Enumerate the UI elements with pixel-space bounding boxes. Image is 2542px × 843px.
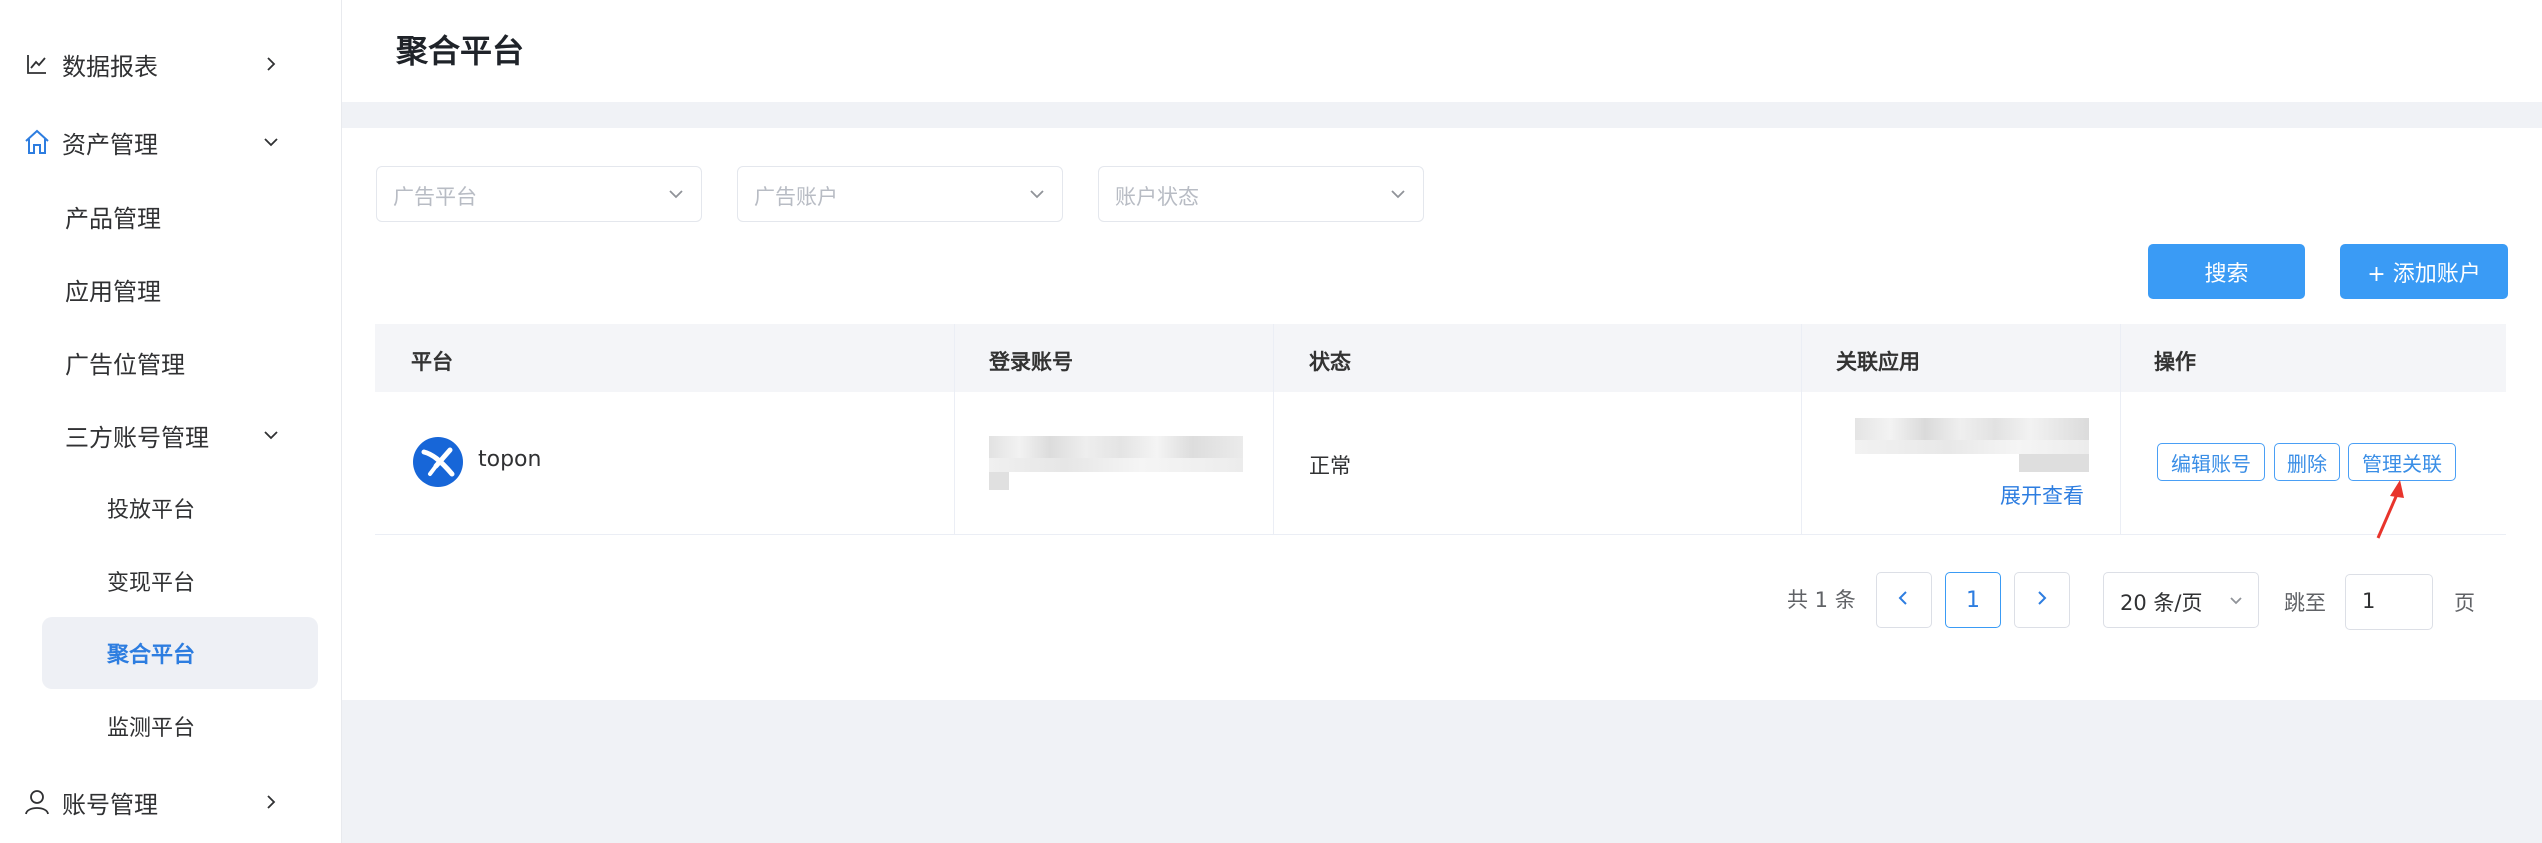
chevron-down-icon [258, 129, 284, 155]
column-header-platform: 平台 [411, 350, 453, 374]
sidebar-item-aggregation-platform[interactable]: 聚合平台 [0, 617, 341, 689]
sidebar-item-third-party-accounts[interactable]: 三方账号管理 [0, 399, 341, 471]
sidebar-item-label: 账号管理 [62, 790, 158, 819]
column-header-linked-apps: 关联应用 [1836, 350, 1920, 374]
sidebar-item-label: 产品管理 [65, 204, 161, 233]
login-account-redacted [989, 472, 1009, 490]
chevron-right-icon [258, 789, 284, 815]
user-icon [22, 787, 52, 817]
delete-button[interactable]: 删除 [2274, 443, 2340, 481]
home-icon [22, 127, 52, 157]
column-divider [954, 324, 955, 534]
total-count: 共 1 条 [1787, 588, 1856, 612]
chevron-down-icon [258, 422, 284, 448]
column-header-operations: 操作 [2154, 350, 2196, 374]
search-button[interactable]: 搜索 [2148, 244, 2305, 299]
sidebar-item-ad-slot-management[interactable]: 广告位管理 [0, 326, 341, 398]
sidebar-item-label: 聚合平台 [107, 643, 196, 668]
sidebar-item-label: 数据报表 [62, 52, 158, 81]
next-page-button[interactable] [2014, 572, 2070, 628]
chevron-left-icon [1895, 589, 1913, 611]
linked-apps-redacted [1855, 418, 2089, 440]
jump-page-value: 1 [2362, 589, 2376, 613]
platform-select[interactable]: 广告平台 [376, 166, 702, 222]
jump-to-label: 跳至 [2284, 591, 2326, 615]
status-select-placeholder: 账户状态 [1115, 185, 1199, 209]
line-chart-icon [22, 49, 52, 79]
platform-name: topon [478, 447, 542, 472]
jump-page-input[interactable]: 1 [2345, 574, 2433, 630]
account-select[interactable]: 广告账户 [737, 166, 1063, 222]
sidebar-item-label: 资产管理 [62, 130, 158, 159]
sidebar-item-label: 三方账号管理 [65, 423, 209, 452]
column-header-status: 状态 [1309, 350, 1351, 374]
chevron-down-icon [1026, 183, 1048, 205]
sidebar-item-label: 应用管理 [65, 277, 161, 306]
chevron-down-icon [665, 183, 687, 205]
chevron-down-icon [1387, 183, 1409, 205]
sidebar-item-label: 广告位管理 [65, 350, 185, 379]
sidebar-item-delivery-platform[interactable]: 投放平台 [0, 472, 341, 544]
sidebar-item-label: 投放平台 [107, 498, 196, 523]
column-divider [1273, 324, 1274, 534]
chevron-down-icon [2226, 590, 2246, 614]
sidebar-item-label: 监测平台 [107, 716, 196, 741]
sidebar-item-label: 变现平台 [107, 571, 196, 596]
status-select[interactable]: 账户状态 [1098, 166, 1424, 222]
add-account-button[interactable]: + 添加账户 [2340, 244, 2508, 299]
sidebar-item-monetization-platform[interactable]: 变现平台 [0, 545, 341, 617]
sidebar-item-monitoring-platform[interactable]: 监测平台 [0, 690, 341, 762]
page-size-select[interactable]: 20 条/页 [2103, 572, 2259, 628]
platform-select-placeholder: 广告平台 [393, 185, 477, 209]
column-divider [2120, 324, 2121, 534]
chevron-right-icon [2033, 589, 2051, 611]
expand-view-link[interactable]: 展开查看 [2000, 480, 2084, 510]
page-size-label: 20 条/页 [2120, 591, 2203, 615]
page-header [342, 0, 2542, 102]
account-select-placeholder: 广告账户 [754, 185, 838, 209]
status-text: 正常 [1309, 454, 1351, 478]
column-header-login-account: 登录账号 [989, 350, 1073, 374]
page-suffix-label: 页 [2454, 591, 2475, 615]
page-number-1[interactable]: 1 [1945, 572, 2001, 628]
sidebar-item-product-management[interactable]: 产品管理 [0, 180, 341, 252]
login-account-redacted [989, 436, 1243, 458]
page-title: 聚合平台 [396, 32, 525, 70]
linked-apps-redacted [1855, 440, 2089, 454]
linked-apps-redacted [2019, 454, 2089, 472]
edit-account-button[interactable]: 编辑账号 [2157, 443, 2265, 481]
column-divider [1801, 324, 1802, 534]
chevron-right-icon [258, 51, 284, 77]
login-account-redacted [989, 458, 1243, 472]
sidebar-item-data-report[interactable]: 数据报表 [0, 28, 341, 100]
sidebar-item-account-management[interactable]: 账号管理 [0, 766, 341, 838]
topon-logo-icon [412, 436, 464, 488]
sidebar-item-asset-management[interactable]: 资产管理 [0, 106, 341, 178]
sidebar-item-app-management[interactable]: 应用管理 [0, 253, 341, 325]
prev-page-button[interactable] [1876, 572, 1932, 628]
annotation-arrow-icon [2370, 476, 2410, 542]
sidebar: 数据报表 资产管理 产品管理 应用管理 广告位管理 三方账号管理 投放平台 变现… [0, 0, 342, 843]
